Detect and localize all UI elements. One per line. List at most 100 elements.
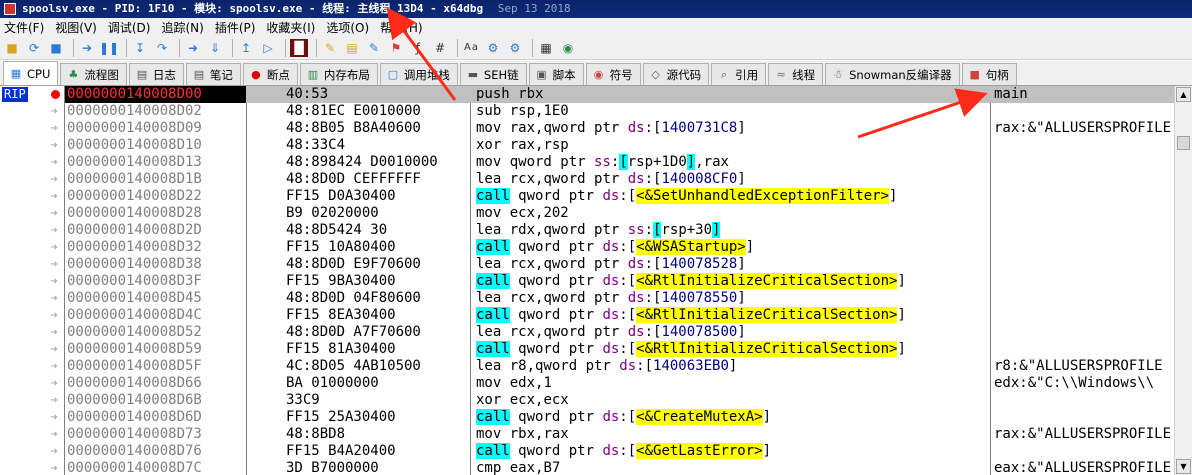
pause-icon[interactable]: ❚❚ — [99, 39, 119, 57]
breakpoint-slot-icon[interactable]: ➜ — [46, 392, 62, 409]
disasm-row[interactable]: ➜ 0000000140008D5F 4C:8D05 4AB10500 lea r8,… — [0, 358, 1174, 375]
disasm-row[interactable]: ➜ 0000000140008D7C 3D B7000000 cmp eax,B7 ea… — [0, 460, 1174, 475]
menu-view[interactable]: 视图(V) — [55, 19, 97, 36]
restart-icon[interactable]: ⟳ — [25, 39, 43, 57]
tab-references[interactable]: ⌕ 引用 — [711, 63, 767, 85]
gutter[interactable]: ➜ — [0, 358, 64, 375]
open-icon[interactable]: ■ — [3, 39, 21, 57]
breakpoint-slot-icon[interactable]: ➜ — [46, 205, 62, 222]
breakpoint-slot-icon[interactable]: ➜ — [46, 171, 62, 188]
disasm-row[interactable]: ➜ 0000000140008D38 48:8D0D E9F70600 lea rcx… — [0, 256, 1174, 273]
trace-over-icon[interactable]: ⇓ — [206, 39, 224, 57]
breakpoint-icon[interactable] — [51, 90, 60, 99]
settings-icon[interactable]: ⚙ — [484, 39, 502, 57]
gutter[interactable]: ➜ — [0, 392, 64, 409]
font-icon[interactable]: A a — [462, 39, 480, 57]
gutter[interactable]: ➜ — [0, 460, 64, 475]
execute-till-return-icon[interactable]: ↥ — [237, 39, 255, 57]
menu-debug[interactable]: 调试(D) — [108, 19, 151, 36]
breakpoint-slot-icon[interactable]: ➜ — [46, 154, 62, 171]
tab-notes[interactable]: ▤ 笔记 — [185, 63, 241, 85]
tab-script[interactable]: ▣ 脚本 — [528, 63, 584, 85]
tab-breakpoint[interactable]: ● 断点 — [242, 63, 298, 85]
breakpoint-slot-icon[interactable]: ➜ — [46, 290, 62, 307]
gutter[interactable]: RIP — [0, 86, 64, 103]
gutter[interactable]: ➜ — [0, 375, 64, 392]
tab-handles[interactable]: ■ 句柄 — [961, 63, 1017, 85]
scroll-down-icon[interactable]: ▼ — [1176, 459, 1191, 474]
tab-symbols[interactable]: ◉ 符号 — [585, 63, 641, 85]
breakpoint-slot-icon[interactable]: ➜ — [46, 307, 62, 324]
disasm-row[interactable]: ➜ 0000000140008D52 48:8D0D A7F70600 lea rcx… — [0, 324, 1174, 341]
scylla-icon[interactable]: █ — [290, 38, 308, 57]
disasm-row[interactable]: ➜ 0000000140008D45 48:8D0D 04F80600 lea rcx… — [0, 290, 1174, 307]
breakpoint-slot-icon[interactable]: ➜ — [46, 120, 62, 137]
functions-icon[interactable]: ƒ — [409, 39, 427, 57]
disasm-row[interactable]: ➜ 0000000140008D6B 33C9 xor ecx,ecx — [0, 392, 1174, 409]
breakpoint-slot-icon[interactable]: ➜ — [46, 324, 62, 341]
breakpoint-slot-icon[interactable]: ➜ — [46, 239, 62, 256]
breakpoint-slot-icon[interactable]: ➜ — [46, 273, 62, 290]
vertical-scrollbar[interactable]: ▲ ▼ — [1174, 86, 1192, 475]
disasm-row[interactable]: ➜ 0000000140008D10 48:33C4 xor rax,rsp — [0, 137, 1174, 154]
scroll-up-icon[interactable]: ▲ — [1176, 87, 1191, 102]
disasm-row[interactable]: ➜ 0000000140008D6D FF15 25A30400 call qword… — [0, 409, 1174, 426]
breakpoint-slot-icon[interactable]: ➜ — [46, 443, 62, 460]
run-to-user-code-icon[interactable]: ▷ — [259, 39, 277, 57]
gutter[interactable]: ➜ — [0, 409, 64, 426]
breakpoint-slot-icon[interactable]: ➜ — [46, 341, 62, 358]
close-icon[interactable]: ■ — [47, 39, 65, 57]
hash-icon[interactable]: # — [431, 39, 449, 57]
bookmarks-icon[interactable]: ⚑ — [387, 39, 405, 57]
gutter[interactable]: ➜ — [0, 290, 64, 307]
calculator-icon[interactable]: ▦ — [537, 39, 555, 57]
gutter[interactable]: ➜ — [0, 256, 64, 273]
gutter[interactable]: ➜ — [0, 239, 64, 256]
comments-icon[interactable]: ▤ — [343, 39, 361, 57]
disasm-row[interactable]: ➜ 0000000140008D66 BA 01000000 mov edx,1 edx… — [0, 375, 1174, 392]
gutter[interactable]: ➜ — [0, 341, 64, 358]
gutter[interactable]: ➜ — [0, 222, 64, 239]
gutter[interactable]: ➜ — [0, 273, 64, 290]
disasm-row[interactable]: RIP 0000000140008D00 40:53 push rbx main — [0, 86, 1174, 103]
disasm-row[interactable]: ➜ 0000000140008D4C FF15 8EA30400 call qword… — [0, 307, 1174, 324]
gutter[interactable]: ➜ — [0, 307, 64, 324]
tab-memory-map[interactable]: ▥ 内存布局 — [299, 63, 378, 85]
menu-trace[interactable]: 追踪(N) — [161, 19, 203, 36]
breakpoint-slot-icon[interactable]: ➜ — [46, 358, 62, 375]
disasm-row[interactable]: ➜ 0000000140008D02 48:81EC E0010000 sub rsp… — [0, 103, 1174, 120]
gutter[interactable]: ➜ — [0, 426, 64, 443]
scroll-thumb[interactable] — [1177, 136, 1190, 150]
disasm-row[interactable]: ➜ 0000000140008D1B 48:8D0D CEFFFFFF lea rcx… — [0, 171, 1174, 188]
tab-seh[interactable]: ▬ SEH链 — [459, 63, 527, 85]
breakpoint-slot-icon[interactable]: ➜ — [46, 256, 62, 273]
tab-source[interactable]: ◇ 源代码 — [642, 63, 710, 85]
tab-log[interactable]: ▤ 日志 — [128, 63, 184, 85]
run-icon[interactable]: ➔ — [78, 39, 96, 57]
breakpoint-slot-icon[interactable]: ➜ — [46, 188, 62, 205]
breakpoint-slot-icon[interactable]: ➜ — [46, 409, 62, 426]
patch-icon[interactable]: ✎ — [321, 39, 339, 57]
menu-options[interactable]: 选项(O) — [326, 19, 369, 36]
disasm-row[interactable]: ➜ 0000000140008D76 FF15 B4A20400 call qword… — [0, 443, 1174, 460]
tab-threads[interactable]: ≈ 线程 — [768, 63, 824, 85]
tab-cpu[interactable]: ▦ CPU — [3, 61, 59, 85]
breakpoint-slot-icon[interactable]: ➜ — [46, 426, 62, 443]
trace-into-icon[interactable]: ➜ — [184, 39, 202, 57]
tab-graph[interactable]: ♣ 流程图 — [60, 63, 127, 85]
step-into-icon[interactable]: ↧ — [131, 39, 149, 57]
breakpoint-slot-icon[interactable]: ➜ — [46, 103, 62, 120]
step-over-icon[interactable]: ↷ — [153, 39, 171, 57]
disasm-row[interactable]: ➜ 0000000140008D32 FF15 10A80400 call qword… — [0, 239, 1174, 256]
globe-icon[interactable]: ◉ — [559, 39, 577, 57]
disasm-row[interactable]: ➜ 0000000140008D22 FF15 D0A30400 call qword… — [0, 188, 1174, 205]
disassembly-view[interactable]: RIP 0000000140008D00 40:53 push rbx main ➜ 000… — [0, 86, 1192, 475]
disasm-row[interactable]: ➜ 0000000140008D73 48:8BD8 mov rbx,rax rax:&… — [0, 426, 1174, 443]
menu-favourites[interactable]: 收藏夹(I) — [266, 19, 315, 36]
breakpoint-slot-icon[interactable]: ➜ — [46, 222, 62, 239]
gutter[interactable]: ➜ — [0, 171, 64, 188]
gutter[interactable]: ➜ — [0, 443, 64, 460]
disasm-row[interactable]: ➜ 0000000140008D13 48:898424 D0010000 mov q… — [0, 154, 1174, 171]
gutter[interactable]: ➜ — [0, 205, 64, 222]
disasm-row[interactable]: ➜ 0000000140008D28 B9 02020000 mov ecx,202 — [0, 205, 1174, 222]
